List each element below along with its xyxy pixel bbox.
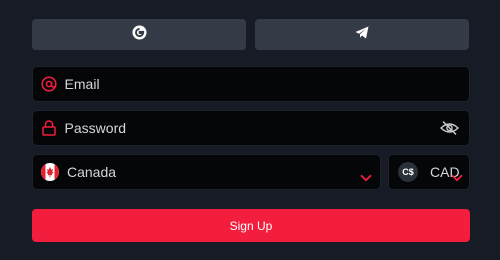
country-select[interactable]: Canada (32, 154, 381, 190)
sign-up-button[interactable]: Sign Up (32, 209, 470, 242)
email-field[interactable] (32, 66, 470, 102)
eye-off-icon[interactable] (439, 120, 460, 141)
currency-symbol-badge: C$ (398, 162, 418, 182)
canada-flag-icon (33, 163, 67, 181)
google-icon (131, 24, 147, 45)
telegram-icon (355, 26, 369, 44)
currency-select[interactable]: C$ CAD (388, 154, 470, 190)
google-login-button[interactable] (32, 19, 246, 50)
email-input[interactable] (64, 67, 469, 101)
password-field[interactable] (32, 110, 470, 146)
chevron-down-icon (360, 169, 372, 187)
chevron-down-icon (451, 169, 463, 187)
password-input[interactable] (64, 111, 469, 145)
selected-country: Canada (67, 164, 117, 180)
lock-icon (33, 120, 65, 136)
telegram-login-button[interactable] (255, 19, 469, 50)
at-sign-icon (33, 76, 65, 92)
